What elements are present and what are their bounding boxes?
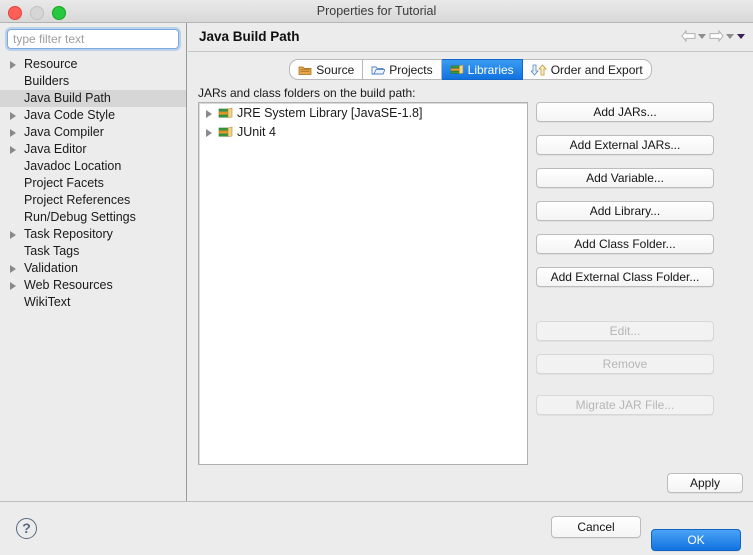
sidebar-item-label: Validation [24, 261, 78, 275]
source-folder-icon [298, 64, 312, 76]
list-label: JARs and class folders on the build path… [198, 86, 415, 100]
view-menu-icon[interactable] [737, 34, 745, 39]
expand-triangle-icon[interactable] [10, 61, 16, 69]
sidebar-item-validation[interactable]: Validation [0, 260, 186, 277]
sidebar-item-label: Java Code Style [24, 108, 115, 122]
sidebar-item-task-tags[interactable]: Task Tags [0, 243, 186, 260]
apply-button[interactable]: Apply [667, 473, 743, 493]
list-item-label: JUnit 4 [237, 125, 276, 139]
sidebar-item-project-facets[interactable]: Project Facets [0, 175, 186, 192]
expand-triangle-icon[interactable] [10, 129, 16, 137]
add-external-class-folder-button[interactable]: Add External Class Folder... [536, 267, 714, 287]
sidebar-item-builders[interactable]: Builders [0, 73, 186, 90]
filter-input[interactable] [7, 29, 179, 49]
tab-label: Source [316, 63, 354, 77]
sidebar-item-label: Java Editor [24, 142, 87, 156]
page-nav-icons [681, 30, 745, 42]
migrate-jar-file-button: Migrate JAR File... [536, 395, 714, 415]
sidebar-item-label: WikiText [24, 295, 71, 309]
add-class-folder-button[interactable]: Add Class Folder... [536, 234, 714, 254]
tab-label: Libraries [468, 63, 514, 77]
settings-sidebar: Resource Builders Java Build Path Java Code… [0, 23, 187, 501]
cancel-button[interactable]: Cancel [551, 516, 641, 538]
back-arrow-icon[interactable] [681, 30, 696, 42]
sidebar-item-label: Run/Debug Settings [24, 210, 136, 224]
tab-bar: Source Projects Libraries Order and Export [188, 59, 753, 80]
sidebar-item-label: Java Compiler [24, 125, 104, 139]
tab-label: Projects [389, 63, 432, 77]
window-title: Properties for Tutorial [0, 0, 753, 22]
build-path-entries: JRE System Library [JavaSE-1.8] JUnit 4 [199, 105, 527, 141]
ok-button[interactable]: OK [651, 529, 741, 551]
sidebar-item-label: Project References [24, 193, 130, 207]
remove-button: Remove [536, 354, 714, 374]
tab-strip: Source Projects Libraries Order and Export [289, 59, 651, 80]
help-question-icon[interactable]: ? [16, 518, 37, 539]
expand-triangle-icon[interactable] [206, 110, 212, 118]
sidebar-item-label: Resource [24, 57, 78, 71]
sidebar-item-web-resources[interactable]: Web Resources [0, 277, 186, 294]
tab-projects[interactable]: Projects [363, 59, 441, 80]
expand-triangle-icon[interactable] [206, 129, 212, 137]
sidebar-item-label: Task Repository [24, 227, 113, 241]
tab-order-and-export[interactable]: Order and Export [523, 59, 652, 80]
tab-libraries[interactable]: Libraries [442, 59, 523, 80]
sidebar-item-label: Project Facets [24, 176, 104, 190]
forward-arrow-icon[interactable] [709, 30, 724, 42]
forward-dropdown-icon[interactable] [726, 34, 734, 39]
footer-buttons: Cancel OK [551, 516, 741, 551]
books-icon [450, 64, 464, 76]
apply-wrapper: Apply [667, 473, 743, 493]
sidebar-item-java-editor[interactable]: Java Editor [0, 141, 186, 158]
sidebar-item-label: Javadoc Location [24, 159, 121, 173]
settings-tree: Resource Builders Java Build Path Java Code… [0, 56, 186, 311]
sidebar-item-label: Task Tags [24, 244, 79, 258]
add-jars-button[interactable]: Add JARs... [536, 102, 714, 122]
forward-nav-group[interactable] [709, 30, 734, 42]
add-external-jars-button[interactable]: Add External JARs... [536, 135, 714, 155]
window-titlebar: Properties for Tutorial [0, 0, 753, 23]
sidebar-item-task-repository[interactable]: Task Repository [0, 226, 186, 243]
expand-triangle-icon[interactable] [10, 146, 16, 154]
tab-source[interactable]: Source [289, 59, 363, 80]
expand-triangle-icon[interactable] [10, 112, 16, 120]
sidebar-item-java-compiler[interactable]: Java Compiler [0, 124, 186, 141]
sidebar-item-resource[interactable]: Resource [0, 56, 186, 73]
back-nav-group[interactable] [681, 30, 706, 42]
sidebar-item-run-debug-settings[interactable]: Run/Debug Settings [0, 209, 186, 226]
sidebar-item-label: Web Resources [24, 278, 113, 292]
add-library-button[interactable]: Add Library... [536, 201, 714, 221]
order-arrows-icon [531, 64, 547, 76]
edit-button: Edit... [536, 321, 714, 341]
sidebar-item-project-references[interactable]: Project References [0, 192, 186, 209]
sidebar-item-label: Builders [24, 74, 69, 88]
expand-triangle-icon[interactable] [10, 282, 16, 290]
sidebar-item-java-code-style[interactable]: Java Code Style [0, 107, 186, 124]
sidebar-item-wikitext[interactable]: WikiText [0, 294, 186, 311]
tab-label: Order and Export [551, 63, 643, 77]
properties-dialog: Properties for Tutorial Resource Builders… [0, 0, 753, 555]
sidebar-item-javadoc-location[interactable]: Javadoc Location [0, 158, 186, 175]
books-icon [218, 126, 233, 139]
sidebar-item-java-build-path[interactable]: Java Build Path [0, 90, 186, 107]
back-dropdown-icon[interactable] [698, 34, 706, 39]
list-item-label: JRE System Library [JavaSE-1.8] [237, 106, 422, 120]
add-variable-button[interactable]: Add Variable... [536, 168, 714, 188]
expand-triangle-icon[interactable] [10, 231, 16, 239]
open-folder-icon [371, 64, 385, 76]
filter-field-wrapper [0, 23, 186, 49]
sidebar-item-label: Java Build Path [24, 91, 111, 105]
build-path-list[interactable]: JRE System Library [JavaSE-1.8] JUnit 4 [198, 102, 528, 465]
books-icon [218, 107, 233, 120]
build-path-actions: Add JARs... Add External JARs... Add Varia… [536, 102, 714, 415]
list-item[interactable]: JRE System Library [JavaSE-1.8] [199, 105, 527, 122]
expand-triangle-icon[interactable] [10, 265, 16, 273]
page-title: Java Build Path [199, 29, 300, 44]
list-item[interactable]: JUnit 4 [199, 124, 527, 141]
content-pane: Java Build Path SourceProjectsLi [188, 23, 753, 501]
page-header: Java Build Path [188, 23, 753, 52]
dialog-footer: ? Cancel OK [0, 501, 753, 555]
